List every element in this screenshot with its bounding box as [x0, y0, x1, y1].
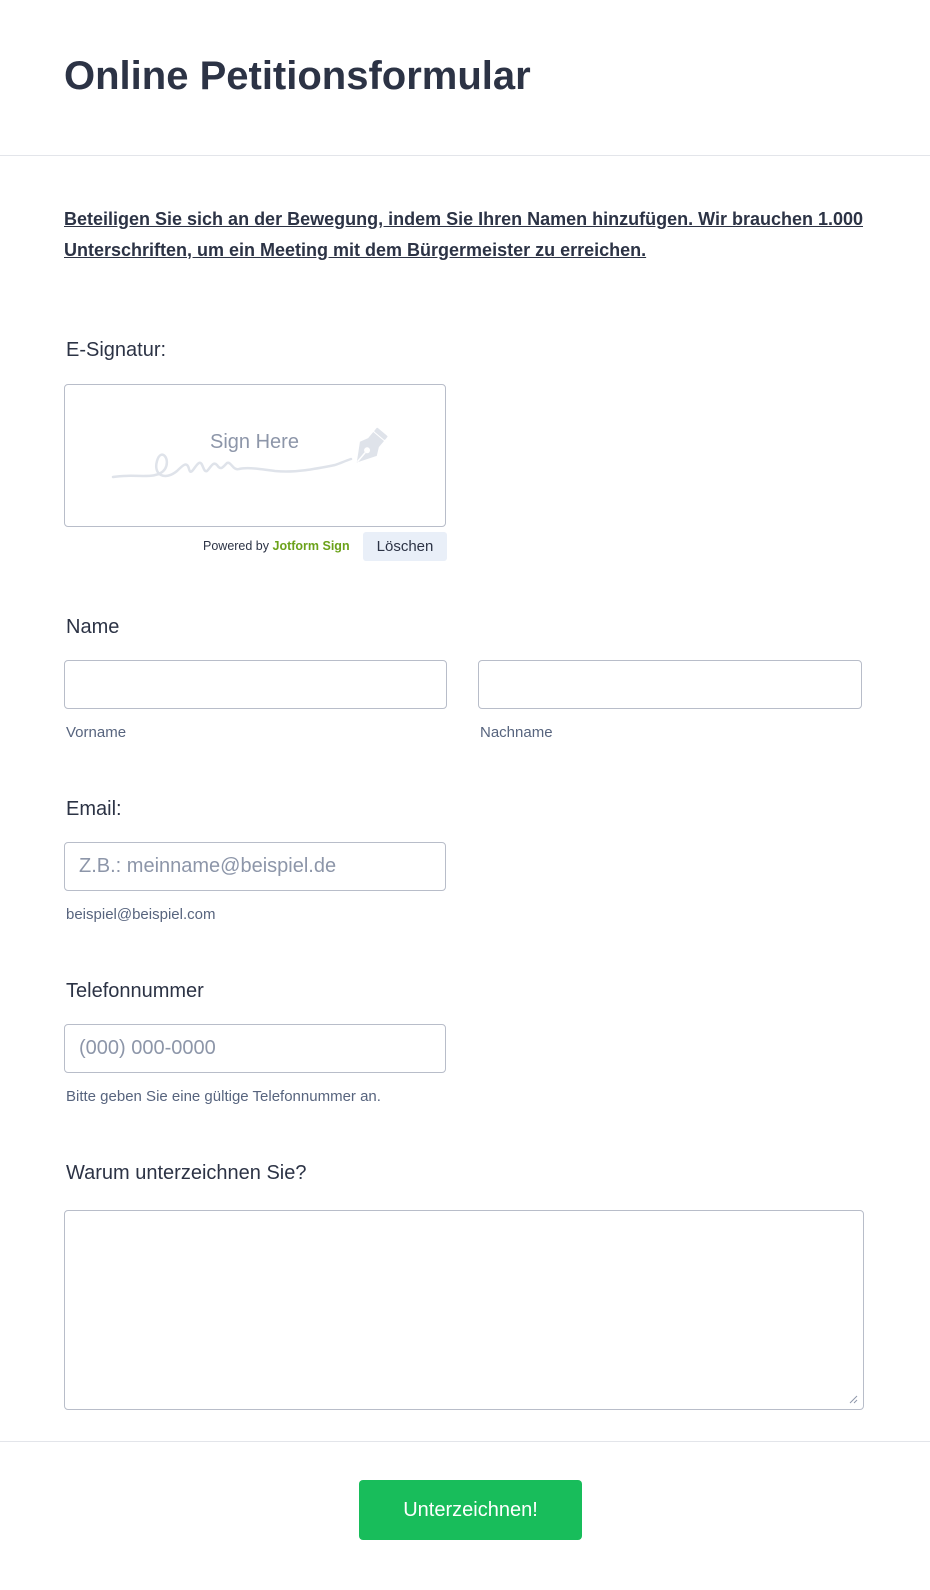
- first-name-input[interactable]: [64, 660, 447, 709]
- phone-sublabel: Bitte geben Sie eine gültige Telefonnumm…: [66, 1088, 381, 1105]
- jotform-sign-link[interactable]: Jotform Sign: [273, 539, 350, 553]
- footer-divider: [0, 1441, 930, 1442]
- email-input[interactable]: [64, 842, 446, 891]
- last-name-input[interactable]: [478, 660, 862, 709]
- signature-placeholder: Sign Here: [210, 431, 299, 453]
- intro-text: Beteiligen Sie sich an der Bewegung, ind…: [64, 209, 864, 260]
- phone-input[interactable]: [64, 1024, 446, 1073]
- submit-button[interactable]: Unterzeichnen!: [359, 1480, 582, 1540]
- form-header: Online Petitionsformular: [0, 0, 930, 156]
- resize-grip-icon[interactable]: [848, 1394, 858, 1404]
- signature-label: E-Signatur:: [66, 339, 167, 361]
- signature-pad[interactable]: Sign Here: [64, 384, 446, 527]
- name-label: Name: [66, 616, 120, 638]
- reason-textarea[interactable]: [64, 1210, 864, 1410]
- pen-nib-icon: [356, 427, 388, 463]
- powered-by-prefix: Powered by: [203, 539, 270, 553]
- first-name-sublabel: Vorname: [66, 724, 127, 741]
- page-title: Online Petitionsformular: [64, 54, 531, 98]
- clear-signature-button[interactable]: Löschen: [363, 532, 447, 561]
- reason-label: Warum unterzeichnen Sie?: [66, 1162, 307, 1184]
- last-name-sublabel: Nachname: [480, 724, 553, 741]
- powered-by: Powered by Jotform Sign: [203, 539, 350, 553]
- phone-label: Telefonnummer: [66, 980, 204, 1002]
- email-label: Email:: [66, 798, 122, 820]
- email-sublabel: beispiel@beispiel.com: [66, 906, 216, 923]
